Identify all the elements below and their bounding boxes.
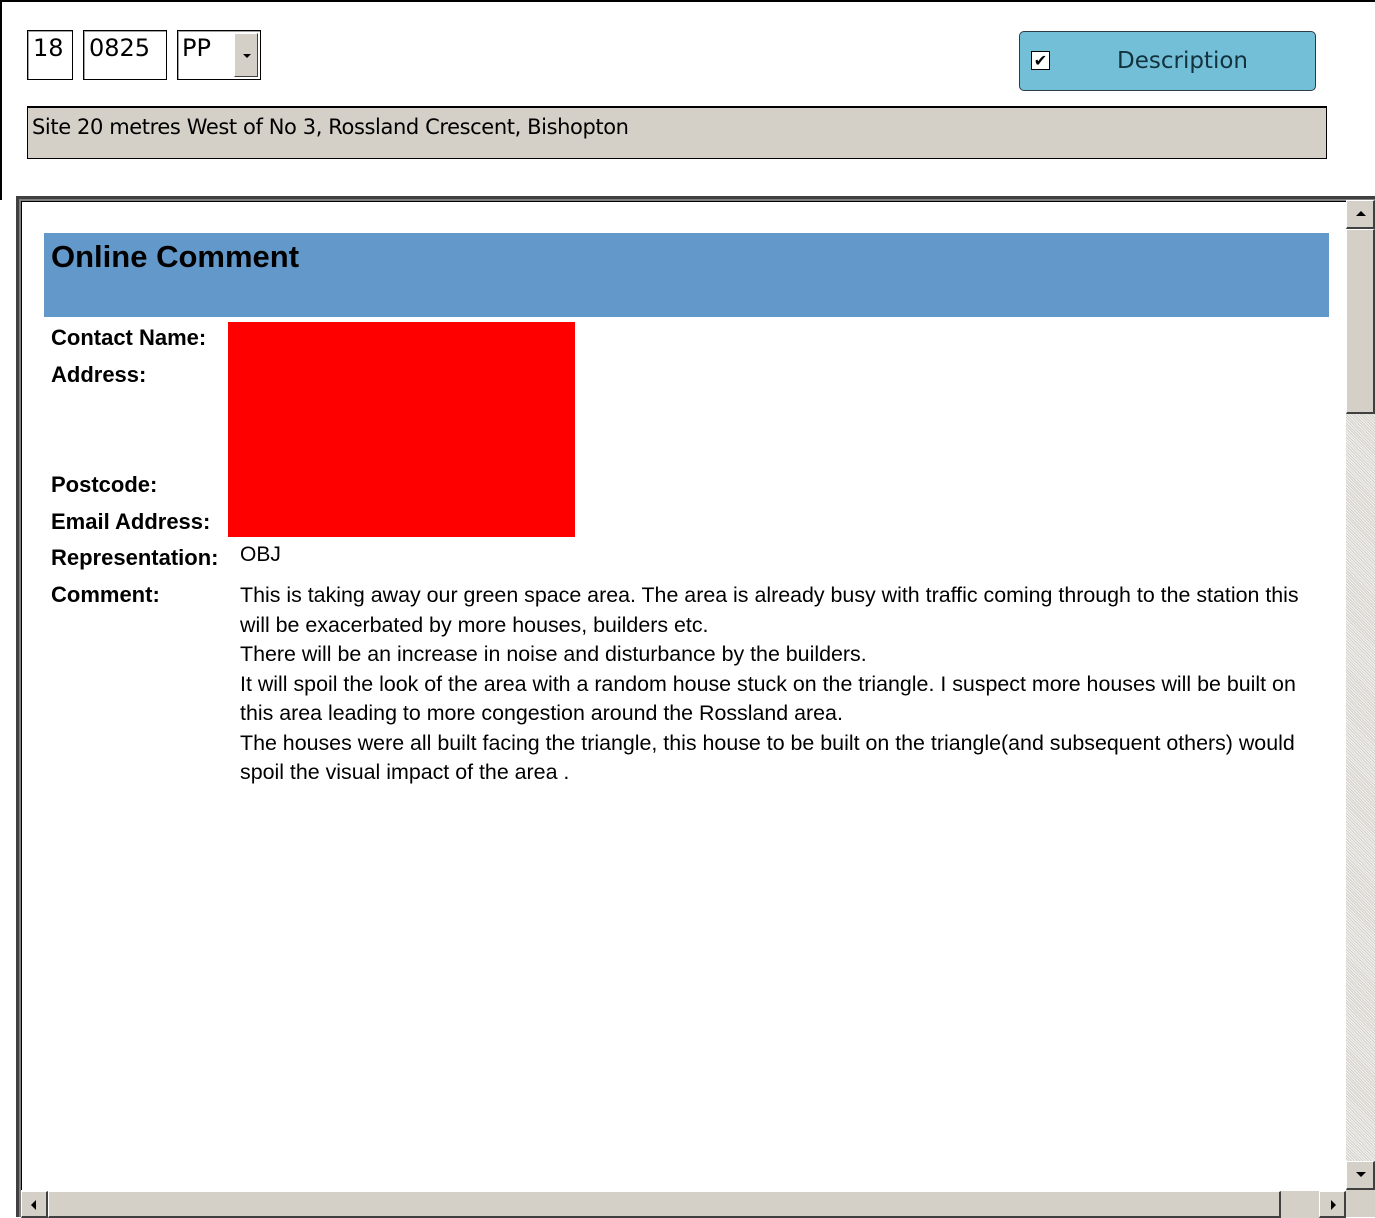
window-left-border xyxy=(0,0,2,200)
redacted-personal-details xyxy=(228,322,575,537)
application-type-select[interactable]: PP xyxy=(177,30,261,80)
vertical-scroll-thumb[interactable] xyxy=(1346,229,1375,414)
dropdown-arrow-icon[interactable] xyxy=(234,33,258,77)
description-button-label: Description xyxy=(1117,48,1248,74)
representation-label: Representation: xyxy=(51,545,219,570)
horizontal-scroll-thumb[interactable] xyxy=(48,1191,1281,1218)
scroll-down-icon[interactable] xyxy=(1346,1161,1375,1190)
application-type-value: PP xyxy=(182,34,211,62)
contact-name-label: Contact Name: xyxy=(51,325,207,350)
comment-paragraph: The houses were all built facing the tri… xyxy=(240,730,1295,785)
document-viewer[interactable]: Online Comment Contact Name: Address: Po… xyxy=(16,196,1375,1217)
document-content: Online Comment Contact Name: Address: Po… xyxy=(24,204,1344,1189)
horizontal-scrollbar[interactable] xyxy=(21,1190,1346,1218)
comment-paragraph: It will spoil the look of the area with … xyxy=(240,671,1296,726)
scroll-up-icon[interactable] xyxy=(1346,200,1375,229)
site-address-field: Site 20 metres West of No 3, Rossland Cr… xyxy=(27,106,1327,159)
representation-value: OBJ xyxy=(240,543,281,566)
comment-paragraph: This is taking away our green space area… xyxy=(240,583,1299,637)
email-address-label: Email Address: xyxy=(51,509,211,534)
scroll-right-icon[interactable] xyxy=(1319,1191,1346,1218)
scrollbar-corner xyxy=(1346,1190,1375,1217)
address-label: Address: xyxy=(51,362,147,387)
vertical-scrollbar[interactable] xyxy=(1346,200,1375,1190)
description-button[interactable]: ✔ Description xyxy=(1019,31,1316,91)
postcode-label: Postcode: xyxy=(51,472,158,497)
reference-number-field[interactable]: 0825 xyxy=(83,30,167,80)
reference-year-field[interactable]: 18 xyxy=(27,30,73,80)
comment-header-banner: Online Comment xyxy=(44,233,1329,317)
document-title: Online Comment xyxy=(51,239,300,274)
scroll-left-icon[interactable] xyxy=(21,1191,48,1218)
comment-paragraph: There will be an increase in noise and d… xyxy=(240,642,867,666)
comment-label: Comment: xyxy=(51,582,160,607)
window-top-border xyxy=(0,0,1375,2)
comment-text: This is taking away our green space area… xyxy=(240,581,1330,788)
